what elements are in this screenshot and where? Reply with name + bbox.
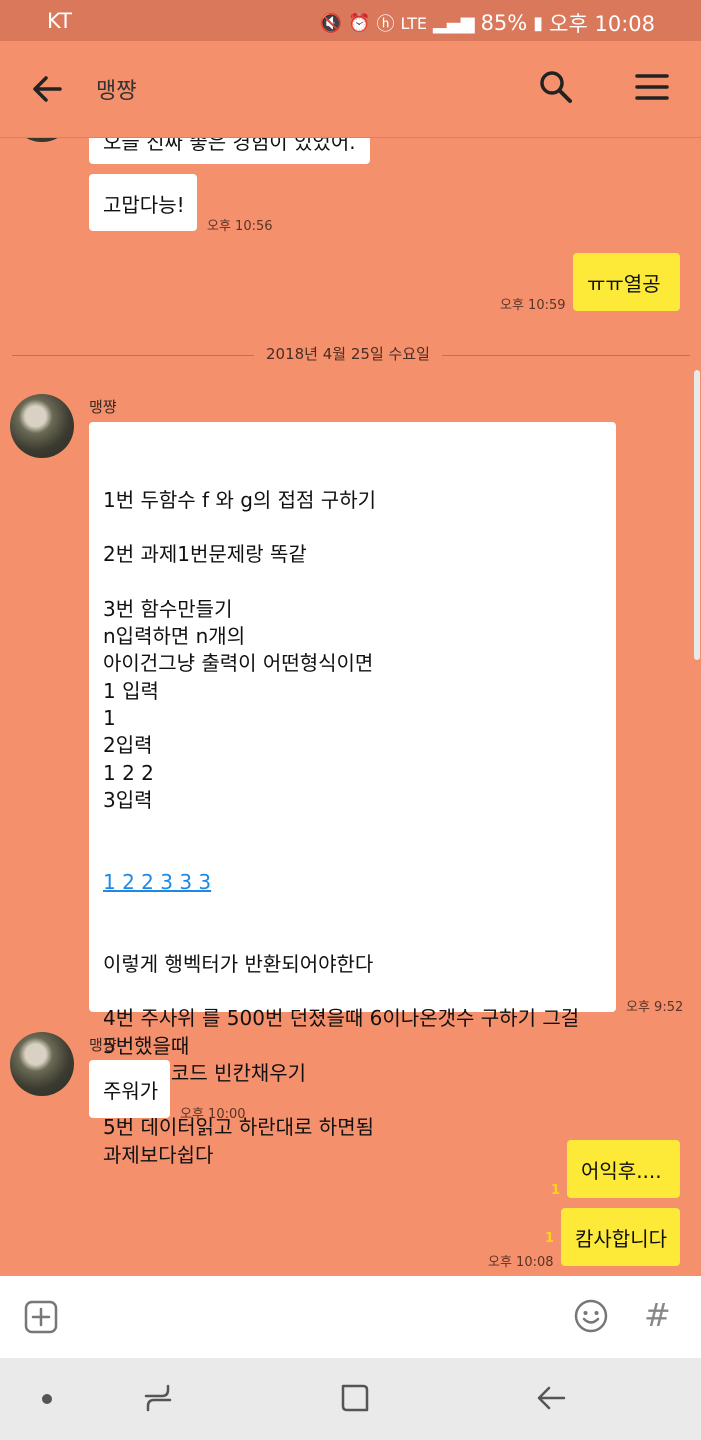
message-line: 1 2 2: [103, 760, 154, 785]
message-link[interactable]: 1 2 2 3 3 3: [103, 869, 602, 896]
message-text: 캄사합니다: [575, 1227, 667, 1251]
home-icon[interactable]: [337, 1380, 373, 1416]
dot-icon[interactable]: [40, 1392, 54, 1406]
date-divider-label: 2018년 4월 25일 수요일: [254, 343, 442, 364]
my-message-bubble[interactable]: 캄사합니다: [561, 1208, 680, 1266]
my-message-bubble[interactable]: 어익후....: [567, 1140, 680, 1198]
sender-name: 맹쨩: [89, 1036, 117, 1054]
message-line: [103, 1087, 602, 1114]
message-line: [103, 568, 602, 595]
message-time: 오후 10:08: [488, 1255, 554, 1270]
message-line: 에 대한 코드 빈칸채우기: [103, 1060, 307, 1085]
my-message-bubble[interactable]: ㅠㅠ열공: [573, 253, 680, 311]
status-bar: KT 🔇 ⏰ ⓗ LTE ▂▄▆ 85% ▮ 오후 10:08: [0, 0, 701, 41]
partner-avatar[interactable]: [10, 1032, 74, 1096]
message-line: 1: [103, 705, 116, 730]
recent-apps-icon[interactable]: [140, 1380, 176, 1416]
message-line: 5번했을때: [103, 1033, 190, 1058]
message-line: 1 입력: [103, 678, 159, 703]
hd-icon: ⓗ: [376, 14, 395, 35]
search-icon[interactable]: [538, 69, 574, 105]
message-line: 2입력: [103, 733, 153, 758]
message-line: 4번 주사위 를 500번 던졌을때 6이나온갯수 구하기 그걸: [103, 1006, 580, 1031]
message-time: 오후 10:59: [500, 298, 566, 313]
alarm-icon: ⏰: [348, 12, 371, 34]
chat-area[interactable]: 오늘 진짜 좋은 경험이 있었어. 고맙다능! 오후 10:56 ㅠㅠ열공 오후…: [0, 138, 701, 1276]
message-bubble[interactable]: 1번 두함수 f 와 g의 접점 구하기 2번 과제1번문제랑 똑같 3번 함수…: [89, 422, 616, 1167]
scrollbar-thumb[interactable]: [694, 370, 700, 660]
plus-box-icon[interactable]: [24, 1300, 58, 1334]
message-text: 오늘 진짜 좋은 경험이 있었어.: [103, 138, 356, 154]
message-text: 주워가: [103, 1079, 159, 1103]
message-bubble[interactable]: 오늘 진짜 좋은 경험이 있었어.: [89, 138, 370, 164]
hash-icon[interactable]: #: [644, 1296, 671, 1334]
carrier-label: KT: [47, 9, 72, 33]
signal-icon: ▂▄▆: [433, 12, 475, 34]
partner-avatar[interactable]: [10, 394, 74, 458]
message-text: 어익후....: [581, 1159, 662, 1183]
message-text-continued: 이렇게 행벡터가 반환되어야한다 4번 주사위 를 500번 던졌을때 6이나온…: [103, 951, 602, 1169]
message-text: 고맙다능!: [103, 193, 185, 217]
network-label: LTE: [400, 13, 428, 33]
message-bubble[interactable]: 주워가: [89, 1060, 170, 1118]
system-nav-bar: [0, 1358, 701, 1440]
back-arrow-icon[interactable]: [28, 69, 68, 109]
unread-count: 1: [545, 1231, 555, 1246]
app-bar: 맹쨩: [0, 41, 701, 138]
message-line: 1번 두함수 f 와 g의 접점 구하기: [103, 487, 377, 512]
message-text: ㅠㅠ열공: [587, 272, 661, 296]
message-line: 3입력: [103, 787, 153, 812]
input-bar: #: [0, 1276, 701, 1358]
mute-icon: 🔇: [319, 12, 343, 34]
unread-count: 1: [551, 1183, 561, 1198]
message-line: 3번 함수만들기: [103, 596, 233, 621]
smiley-icon[interactable]: [573, 1298, 609, 1334]
back-nav-icon[interactable]: [534, 1380, 570, 1416]
sender-name: 맹쨩: [89, 398, 117, 416]
message-time: 오후 9:52: [626, 1000, 684, 1015]
message-line: [103, 514, 602, 541]
message-bubble[interactable]: 고맙다능!: [89, 174, 197, 231]
message-line: 2번 과제1번문제랑 똑같: [103, 542, 307, 567]
message-line: 5번 데이터읽고 하란대로 하면됨: [103, 1115, 374, 1140]
message-line: [103, 978, 602, 1005]
message-line: 아이건그냥 출력이 어떤형식이면: [103, 651, 374, 676]
message-time: 오후 10:56: [207, 219, 273, 234]
message-line: n입력하면 n개의: [103, 624, 246, 649]
menu-icon[interactable]: [634, 71, 670, 103]
message-line: 과제보다쉽다: [103, 1142, 214, 1167]
battery-icon: ▮: [533, 12, 544, 34]
battery-label: 85%: [480, 11, 528, 35]
message-text: 1번 두함수 f 와 g의 접점 구하기 2번 과제1번문제랑 똑같 3번 함수…: [103, 487, 602, 815]
clock-label: 오후 10:08: [549, 12, 655, 36]
message-time: 오후 10:00: [180, 1107, 246, 1122]
status-right: 🔇 ⏰ ⓗ LTE ▂▄▆ 85% ▮ 오후 10:08: [320, 8, 655, 38]
message-line: 이렇게 행벡터가 반환되어야한다: [103, 951, 374, 976]
chat-title: 맹쨩: [96, 79, 137, 104]
partner-avatar[interactable]: [10, 138, 74, 142]
